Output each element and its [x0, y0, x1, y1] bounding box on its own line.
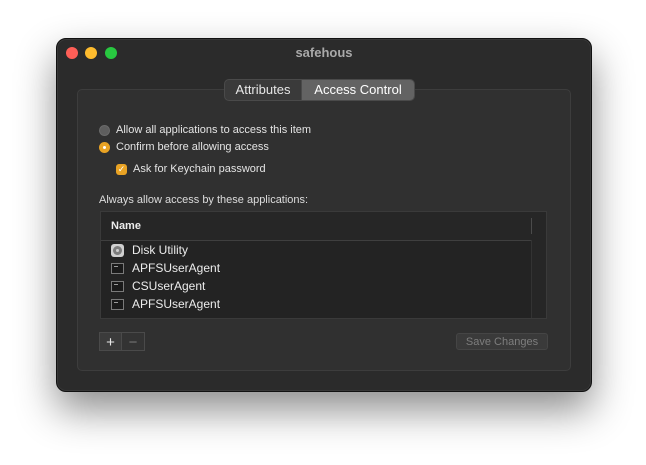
always-allow-label: Always allow access by these application… — [99, 194, 309, 206]
tab-access-control[interactable]: Access Control — [302, 80, 414, 100]
table-row[interactable]: Disk Utility — [101, 241, 546, 259]
app-name: Disk Utility — [132, 243, 188, 257]
terminal-app-icon — [111, 262, 124, 274]
table-row[interactable]: CSUserAgent — [101, 277, 546, 295]
save-changes-button[interactable]: Save Changes — [456, 333, 548, 350]
confirm-label: Confirm before allowing access — [116, 141, 269, 153]
remove-application-button[interactable]: − — [122, 332, 145, 351]
allow-all-radio[interactable] — [99, 124, 110, 136]
allow-all-label: Allow all applications to access this it… — [116, 124, 312, 136]
table-scrollbar[interactable] — [531, 240, 546, 318]
terminal-app-icon — [111, 280, 124, 292]
app-name: APFSUserAgent — [132, 297, 221, 311]
app-name: APFSUserAgent — [132, 261, 221, 275]
ask-password-option[interactable]: ✓ Ask for Keychain password — [116, 161, 266, 177]
confirm-option[interactable]: Confirm before allowing access — [99, 139, 269, 155]
tab-control: Attributes Access Control — [224, 79, 415, 101]
add-application-button[interactable]: + — [99, 332, 122, 351]
applications-table: Name Disk Utility APFSUserAgent CSUserAg… — [100, 211, 547, 319]
app-name: CSUserAgent — [132, 279, 206, 293]
table-row[interactable]: APFSUserAgent — [101, 259, 546, 277]
title-bar[interactable]: safehous — [57, 39, 591, 67]
disk-utility-icon — [111, 243, 124, 257]
confirm-radio[interactable] — [99, 141, 110, 153]
window-title: safehous — [295, 45, 353, 60]
column-divider — [531, 218, 532, 234]
ask-password-label: Ask for Keychain password — [133, 163, 266, 175]
table-row[interactable]: APFSUserAgent — [101, 295, 546, 313]
tab-attributes[interactable]: Attributes — [225, 80, 302, 100]
keychain-item-window: safehous Attributes Access Control Allow… — [56, 38, 592, 392]
table-header: Name — [101, 212, 546, 241]
terminal-app-icon — [111, 298, 124, 310]
ask-password-checkbox[interactable]: ✓ — [116, 163, 127, 175]
add-remove-controls: + − — [99, 332, 145, 352]
application-list: Disk Utility APFSUserAgent CSUserAgent A… — [101, 241, 546, 313]
allow-all-option[interactable]: Allow all applications to access this it… — [99, 122, 311, 138]
name-column-header[interactable]: Name — [111, 220, 141, 232]
